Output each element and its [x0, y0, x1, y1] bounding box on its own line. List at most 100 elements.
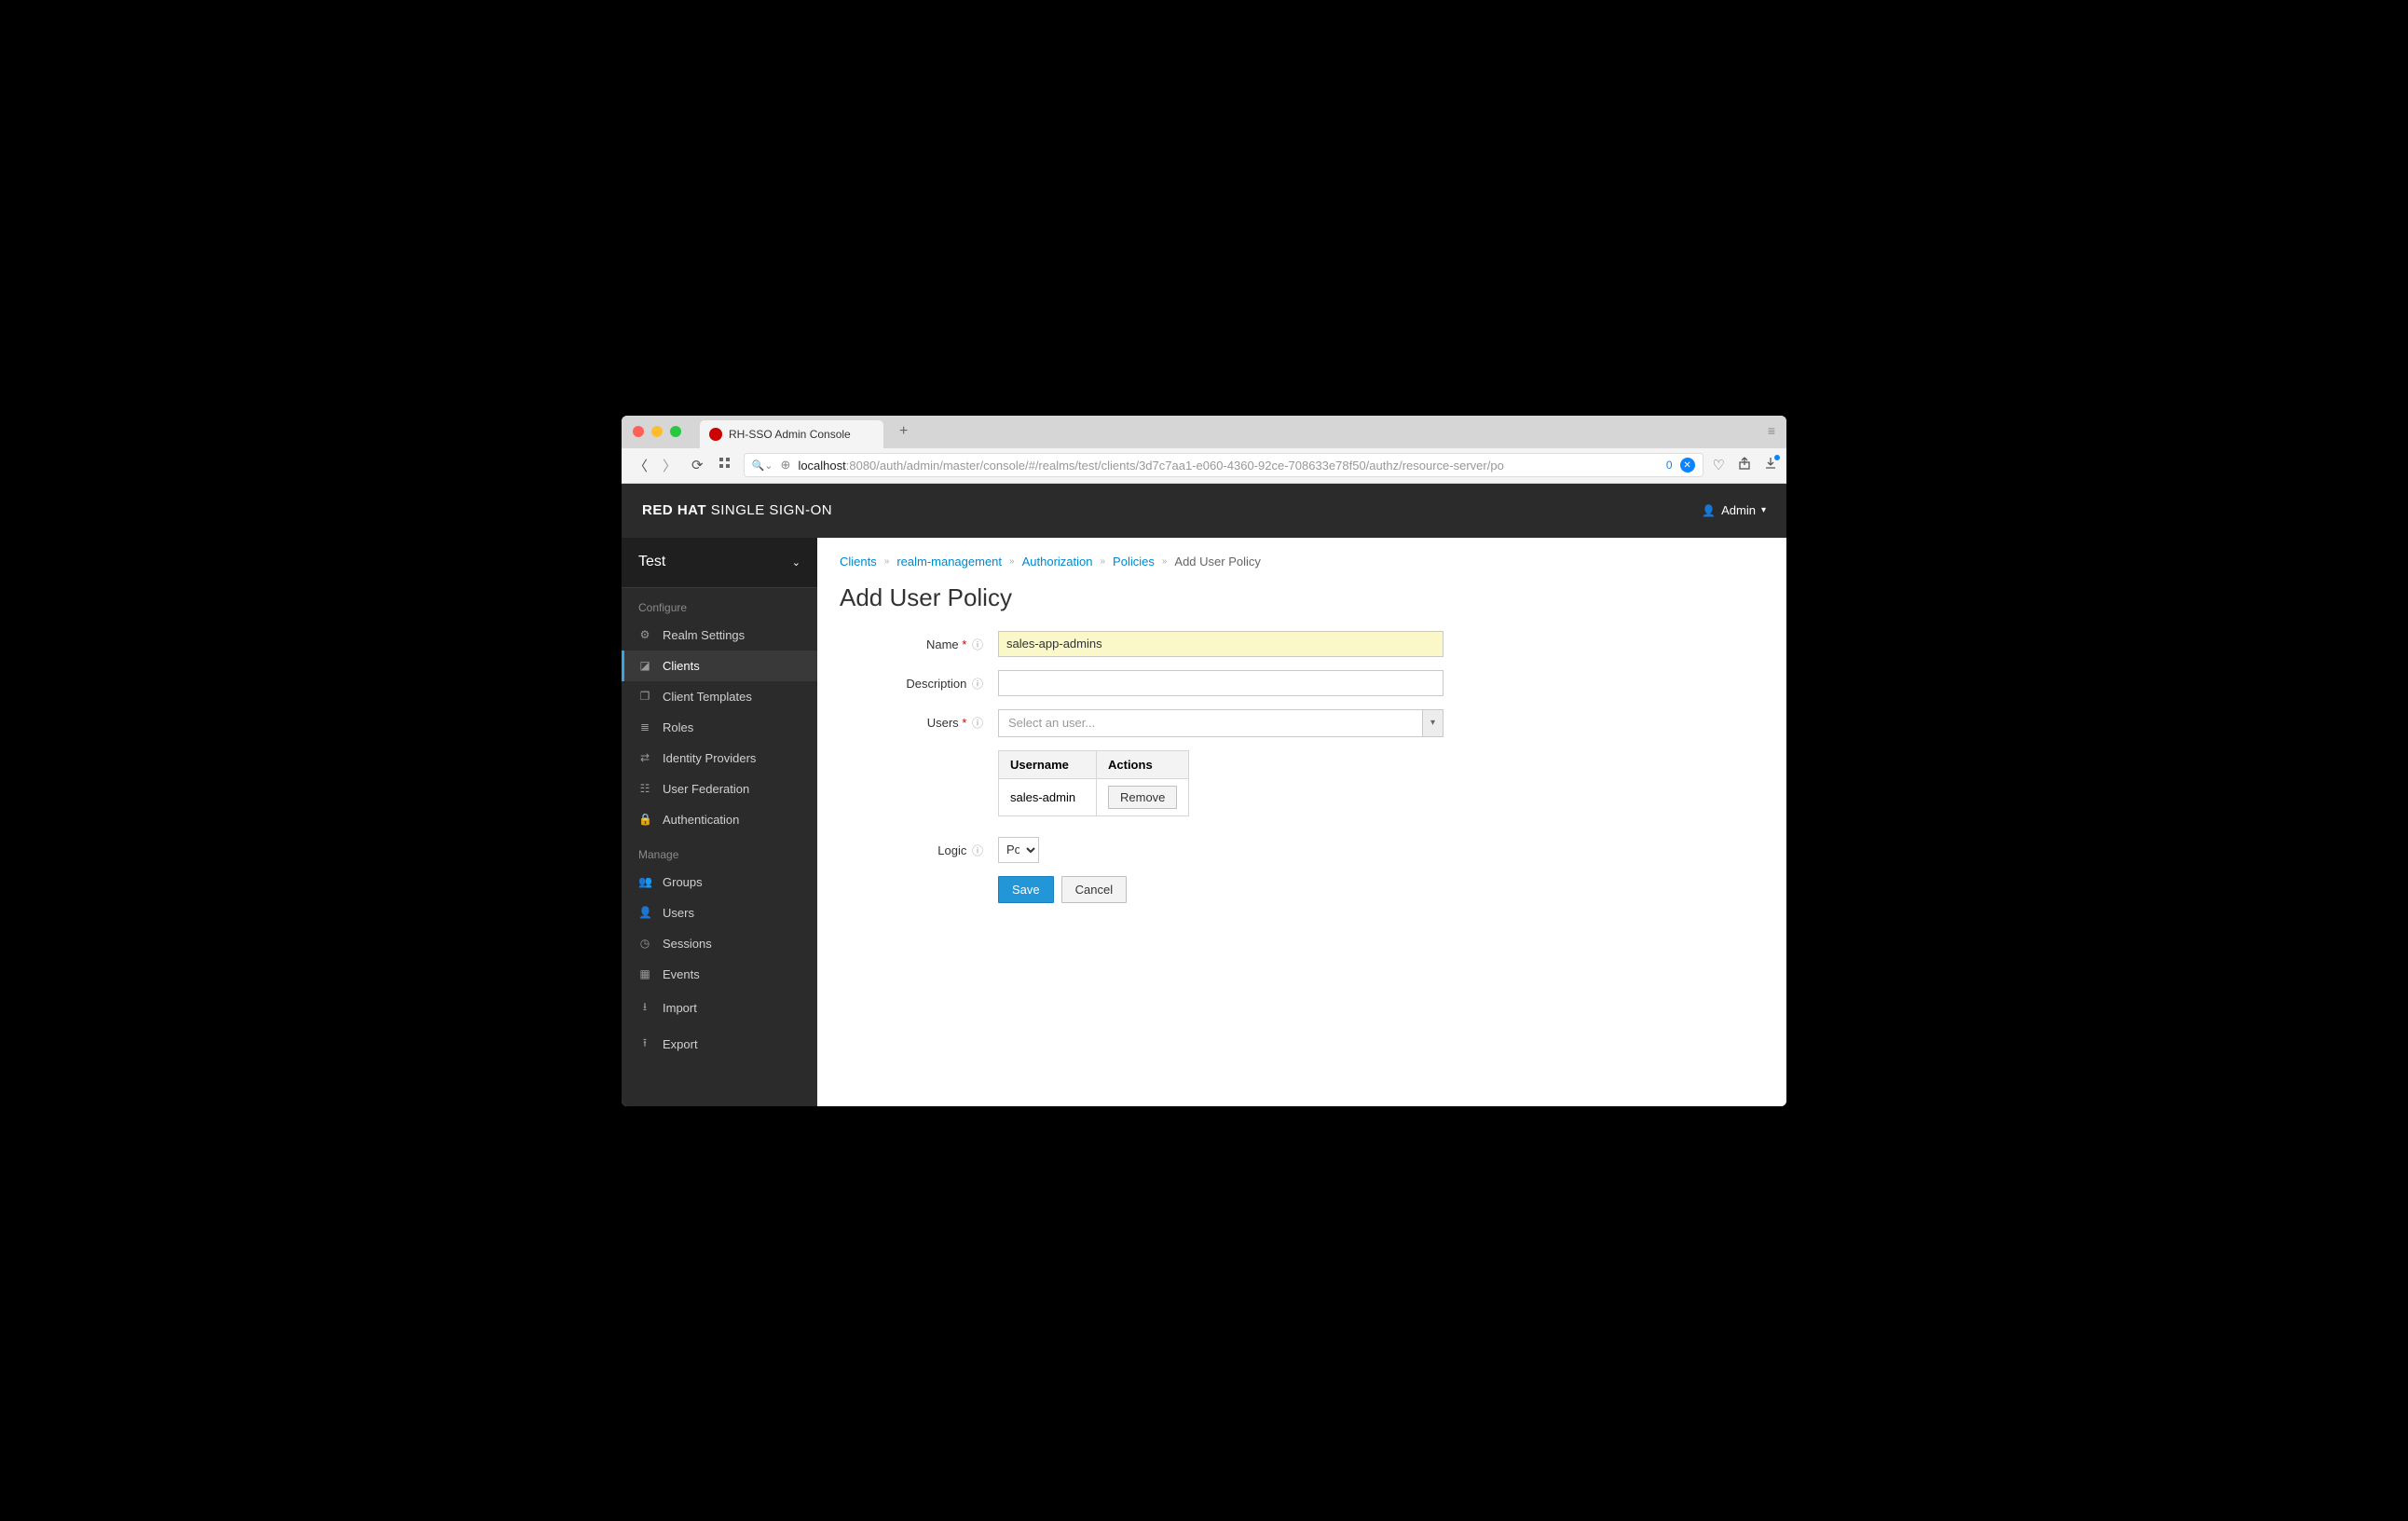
label-logic: Logic ⓘ [840, 837, 998, 858]
name-input[interactable] [998, 631, 1443, 657]
exchange-icon: ⇄ [638, 751, 651, 764]
chevron-down-icon: ⌄ [792, 556, 800, 569]
breadcrumb-sep: » [884, 556, 890, 567]
cube-icon: ◪ [638, 659, 651, 672]
description-input[interactable] [998, 670, 1443, 696]
lock-icon: 🔒 [638, 813, 651, 826]
breadcrumb-authorization[interactable]: Authorization [1022, 555, 1093, 569]
form-row-actions: Save Cancel [840, 876, 1764, 903]
label-text: Users [927, 716, 959, 730]
downloads-icon[interactable] [1764, 457, 1777, 473]
sidebar-item-users[interactable]: 👤 Users [622, 898, 817, 928]
sidebar-item-groups[interactable]: 👥 Groups [622, 867, 817, 898]
realm-selector[interactable]: Test ⌄ [622, 538, 817, 588]
templates-icon: ❐ [638, 690, 651, 703]
help-icon[interactable]: ⓘ [972, 844, 983, 857]
browser-tab-bar: RH-SSO Admin Console + ≡ [622, 416, 1786, 448]
new-tab-button[interactable]: + [891, 418, 917, 445]
back-button[interactable]: 〈 [631, 456, 650, 475]
realm-name: Test [638, 554, 665, 570]
required-marker: * [962, 637, 966, 651]
apps-icon[interactable] [716, 457, 734, 473]
clock-icon: ◷ [638, 937, 651, 950]
sidebar-item-label: Users [663, 906, 694, 920]
brand-rest: SINGLE SIGN-ON [706, 502, 832, 518]
address-bar[interactable]: 🔍⌄ ⊕ localhost:8080/auth/admin/master/co… [744, 453, 1703, 477]
calendar-icon: ▦ [638, 967, 651, 980]
sidebar-item-export[interactable]: ⭱ Export [622, 1026, 817, 1062]
brand-strong: RED HAT [642, 502, 706, 518]
users-table: Username Actions sales-admin Remove [998, 750, 1189, 816]
sidebar-item-user-federation[interactable]: ☷ User Federation [622, 774, 817, 804]
table-row: sales-admin Remove [999, 778, 1189, 815]
favicon-icon [709, 428, 722, 441]
label-text: Logic [937, 843, 966, 857]
sidebar-item-roles[interactable]: ≣ Roles [622, 712, 817, 743]
form-row-description: Description ⓘ [840, 670, 1764, 696]
clear-url-icon[interactable]: ✕ [1680, 458, 1695, 473]
browser-window: RH-SSO Admin Console + ≡ 〈 〉 ⟳ 🔍⌄ ⊕ loca… [622, 416, 1786, 1106]
favorite-icon[interactable]: ♡ [1713, 457, 1725, 473]
maximize-window-icon[interactable] [670, 426, 681, 437]
zoom-icon[interactable]: 🔍⌄ [752, 459, 773, 472]
remove-button[interactable]: Remove [1108, 786, 1177, 809]
section-manage: Manage [622, 835, 817, 867]
chevron-down-icon: ▾ [1761, 505, 1766, 515]
sidebar-item-clients[interactable]: ◪ Clients [622, 651, 817, 681]
label-users: Users * ⓘ [840, 709, 998, 731]
user-name: Admin [1721, 503, 1756, 517]
form-row-users: Users * ⓘ Select an user... ▾ Username A… [840, 709, 1764, 816]
sidebar-item-label: Events [663, 967, 700, 981]
sidebar-item-identity-providers[interactable]: ⇄ Identity Providers [622, 743, 817, 774]
tracker-count[interactable]: 0 [1666, 459, 1673, 472]
sliders-icon: ⚙ [638, 628, 651, 641]
site-info-icon[interactable]: ⊕ [781, 458, 791, 473]
breadcrumb-sep: » [1009, 556, 1015, 567]
sidebar-item-events[interactable]: ▦ Events [622, 959, 817, 990]
sidebar-item-label: Export [663, 1037, 698, 1051]
cell-username: sales-admin [999, 778, 1097, 815]
user-icon: 👤 [1702, 504, 1716, 517]
cancel-button[interactable]: Cancel [1061, 876, 1127, 903]
breadcrumb-clients[interactable]: Clients [840, 555, 877, 569]
minimize-window-icon[interactable] [651, 426, 663, 437]
sidebar-item-client-templates[interactable]: ❐ Client Templates [622, 681, 817, 712]
app-header: RED HAT SINGLE SIGN-ON 👤 Admin ▾ [622, 484, 1786, 538]
share-icon[interactable] [1738, 457, 1751, 473]
list-icon: ≣ [638, 720, 651, 733]
sidebar-item-label: Groups [663, 875, 703, 889]
window-controls [633, 426, 681, 437]
sidebar-item-import[interactable]: ⭳ Import [622, 990, 817, 1026]
sidebar-item-label: Import [663, 1001, 697, 1015]
brand-logo[interactable]: RED HAT SINGLE SIGN-ON [642, 502, 832, 518]
reload-button[interactable]: ⟳ [689, 457, 706, 473]
user-menu[interactable]: 👤 Admin ▾ [1702, 503, 1766, 517]
browser-tab[interactable]: RH-SSO Admin Console [700, 420, 883, 448]
label-text: Name [926, 637, 959, 651]
forward-button[interactable]: 〉 [660, 456, 679, 475]
help-icon[interactable]: ⓘ [972, 717, 983, 730]
users-placeholder: Select an user... [999, 716, 1422, 730]
users-select[interactable]: Select an user... ▾ [998, 709, 1443, 737]
col-actions: Actions [1097, 750, 1189, 778]
breadcrumb-sep: » [1100, 556, 1105, 567]
sidebar-item-label: User Federation [663, 782, 749, 796]
label-description: Description ⓘ [840, 670, 998, 692]
help-icon[interactable]: ⓘ [972, 678, 983, 691]
sidebar-item-realm-settings[interactable]: ⚙ Realm Settings [622, 620, 817, 651]
sidebar-item-label: Sessions [663, 937, 712, 951]
help-icon[interactable]: ⓘ [972, 638, 983, 651]
export-icon: ⭱ [638, 1035, 651, 1054]
close-window-icon[interactable] [633, 426, 644, 437]
breadcrumb-realm-management[interactable]: realm-management [896, 555, 1002, 569]
database-icon: ☷ [638, 782, 651, 795]
breadcrumb-policies[interactable]: Policies [1113, 555, 1155, 569]
save-button[interactable]: Save [998, 876, 1054, 903]
sidebar-item-authentication[interactable]: 🔒 Authentication [622, 804, 817, 835]
url-host: localhost [798, 459, 845, 473]
sidebar-item-sessions[interactable]: ◷ Sessions [622, 928, 817, 959]
tab-overflow-icon[interactable]: ≡ [1768, 423, 1775, 438]
sidebar-item-label: Identity Providers [663, 751, 756, 765]
logic-select[interactable]: Pos [998, 837, 1039, 863]
form-row-logic: Logic ⓘ Pos [840, 837, 1764, 863]
